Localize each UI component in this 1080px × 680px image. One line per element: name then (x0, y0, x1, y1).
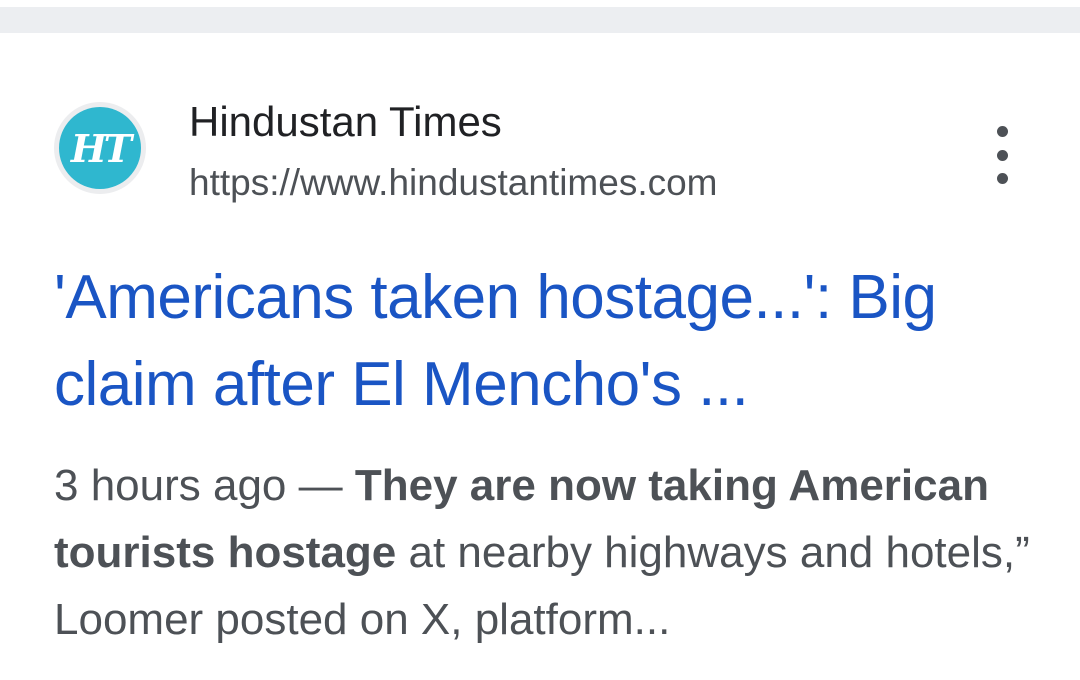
divider-bar (0, 7, 1080, 33)
menu-dot (996, 126, 1008, 137)
more-vert-icon[interactable] (976, 126, 1028, 184)
search-result-card: HT Hindustan Times https://www.hindustan… (0, 34, 1080, 680)
result-snippet: 3 hours ago — They are now taking Americ… (54, 452, 1054, 653)
site-url[interactable]: https://www.hindustantimes.com (189, 160, 718, 206)
result-title-link[interactable]: 'Americans taken hostage...': Big claim … (54, 254, 1044, 428)
hindustan-times-logo-icon: HT (59, 107, 141, 189)
site-name[interactable]: Hindustan Times (189, 96, 502, 148)
snippet-separator: — (286, 461, 355, 510)
favicon-text: HT (70, 125, 132, 171)
result-source-row[interactable]: HT Hindustan Times https://www.hindustan… (0, 34, 1080, 234)
menu-dot (996, 173, 1008, 184)
top-divider (0, 0, 1080, 34)
snippet-date: 3 hours ago (54, 461, 287, 510)
site-favicon[interactable]: HT (54, 102, 146, 194)
menu-dot (996, 149, 1008, 161)
